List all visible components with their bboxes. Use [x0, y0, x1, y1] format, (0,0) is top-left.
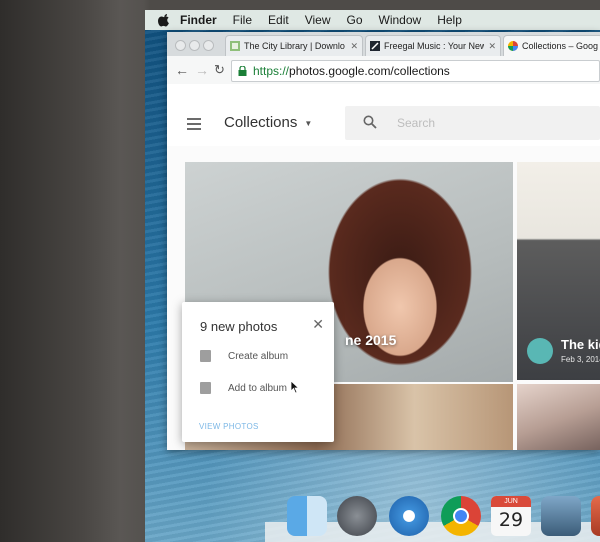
- close-tab-icon[interactable]: ✕: [350, 41, 358, 52]
- minimize-window-button[interactable]: [189, 40, 200, 51]
- url-scheme: https://: [253, 64, 290, 78]
- url-field[interactable]: https://photos.google.com/collections: [231, 60, 600, 82]
- album-icon: [200, 350, 211, 362]
- calendar-day: 29: [498, 509, 524, 531]
- menu-file[interactable]: File: [233, 13, 252, 27]
- menu-help[interactable]: Help: [437, 13, 462, 27]
- hamburger-menu-icon[interactable]: [187, 118, 201, 133]
- apple-icon[interactable]: [157, 13, 171, 27]
- search-icon: [363, 115, 377, 129]
- new-photos-popup: 9 new photos ✕ Create album Add to album…: [182, 302, 334, 442]
- forward-arrow-icon[interactable]: →: [195, 62, 209, 78]
- menu-edit[interactable]: Edit: [268, 13, 289, 27]
- photos-header: Collections ▼ Search: [167, 84, 600, 146]
- album-icon: [200, 382, 211, 394]
- photo-card-bottom-right[interactable]: [517, 384, 600, 450]
- menu-go[interactable]: Go: [347, 13, 363, 27]
- add-to-album-label: Add to album: [228, 382, 287, 394]
- collections-grid: ne 2015 The kid Feb 3, 2014 9 new photos…: [167, 146, 600, 450]
- browser-window: The City Library | Downlo ✕ Freegal Musi…: [167, 32, 600, 450]
- chrome-center-icon: [453, 508, 469, 524]
- reload-icon[interactable]: ↻: [214, 62, 225, 78]
- dock-app-icon[interactable]: [591, 496, 600, 536]
- calendar-icon[interactable]: JUN 29: [491, 496, 531, 536]
- freegal-favicon-icon: [370, 41, 380, 51]
- tab-city-library[interactable]: The City Library | Downlo ✕: [225, 35, 363, 56]
- photo-caption: ne 2015: [345, 332, 397, 348]
- album-icon: [527, 338, 553, 364]
- library-favicon-icon: [230, 41, 240, 51]
- menu-view[interactable]: View: [305, 13, 331, 27]
- album-title: The kid: [561, 337, 600, 352]
- address-toolbar: ← → ↻ https://photos.google.com/collecti…: [167, 56, 600, 85]
- screen: Finder File Edit View Go Window Help The…: [145, 10, 600, 542]
- tab-freegal-music[interactable]: Freegal Music : Your New ✕: [365, 35, 501, 56]
- tab-collections[interactable]: Collections – Google F: [503, 35, 600, 56]
- tab-strip: The City Library | Downlo ✕ Freegal Musi…: [167, 32, 600, 56]
- tab-label: The City Library | Downlo: [244, 41, 345, 51]
- search-placeholder: Search: [397, 116, 436, 130]
- view-photos-link[interactable]: VIEW PHOTOS: [199, 422, 259, 431]
- photo-booth-icon[interactable]: [541, 496, 581, 536]
- mouse-pointer-icon: [290, 380, 300, 394]
- search-bar[interactable]: Search: [345, 106, 600, 140]
- close-window-button[interactable]: [175, 40, 186, 51]
- finder-icon[interactable]: [287, 496, 327, 536]
- url-path: photos.google.com/collections: [289, 64, 450, 78]
- close-tab-icon[interactable]: ✕: [488, 41, 496, 52]
- photo-card-the-kid[interactable]: The kid Feb 3, 2014: [517, 162, 600, 380]
- google-photos-favicon-icon: [508, 41, 518, 51]
- chrome-icon[interactable]: [441, 496, 481, 536]
- collections-dropdown[interactable]: Collections ▼: [224, 114, 312, 131]
- page-title: Collections: [224, 114, 298, 131]
- dock: JUN 29: [265, 492, 600, 542]
- lock-icon: [238, 66, 247, 76]
- close-icon[interactable]: ✕: [312, 316, 324, 333]
- popup-title: 9 new photos: [200, 319, 278, 334]
- launchpad-icon[interactable]: [337, 496, 377, 536]
- calendar-month: JUN: [491, 496, 531, 507]
- menu-window[interactable]: Window: [379, 13, 422, 27]
- mac-menubar: Finder File Edit View Go Window Help: [145, 10, 600, 30]
- zoom-window-button[interactable]: [203, 40, 214, 51]
- back-arrow-icon[interactable]: ←: [175, 62, 189, 78]
- album-date: Feb 3, 2014: [561, 355, 600, 364]
- menu-finder[interactable]: Finder: [180, 13, 217, 27]
- caret-down-icon: ▼: [304, 118, 313, 128]
- create-album-button[interactable]: Create album: [200, 350, 288, 362]
- create-album-label: Create album: [228, 350, 289, 362]
- add-to-album-button[interactable]: Add to album: [200, 382, 287, 394]
- safari-icon[interactable]: [389, 496, 429, 536]
- tab-label: Freegal Music : Your New: [384, 41, 485, 51]
- tab-label: Collections – Google F: [522, 41, 598, 51]
